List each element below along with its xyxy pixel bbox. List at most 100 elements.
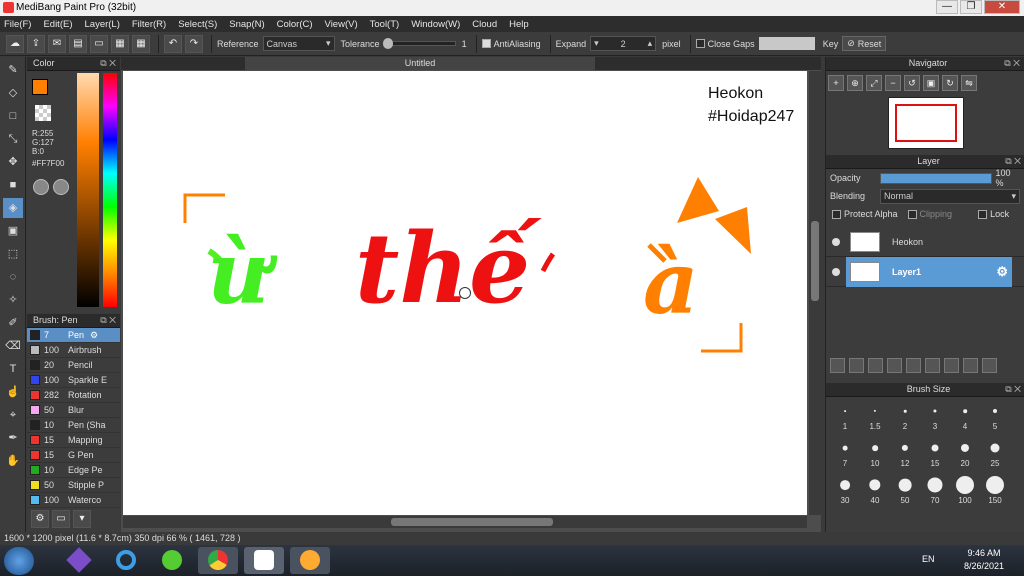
tolerance-slider[interactable] bbox=[382, 38, 456, 49]
menu-filter[interactable]: Filter(R) bbox=[132, 19, 166, 30]
primary-color-swatch[interactable] bbox=[32, 79, 48, 95]
menu-select[interactable]: Select(S) bbox=[178, 19, 217, 30]
select-rect-tool-icon[interactable]: ⬚ bbox=[3, 244, 23, 264]
panel-controls-icon[interactable]: ⧉ ✕ bbox=[1005, 155, 1021, 168]
blending-select[interactable]: Normal ▾ bbox=[880, 188, 1020, 204]
layer-row-heokon[interactable]: Heokon bbox=[826, 227, 1024, 257]
brush-size-cell[interactable]: 25 bbox=[980, 436, 1010, 470]
eyedropper-icon[interactable]: ⌖ bbox=[3, 405, 23, 425]
reference-select[interactable]: Canvas ▾ bbox=[262, 36, 335, 51]
grid-icon[interactable]: ▦ bbox=[132, 34, 150, 53]
brush-item[interactable]: 10 Pen (Sha bbox=[27, 418, 120, 433]
menu-view[interactable]: View(V) bbox=[325, 19, 358, 30]
rotate-left-icon[interactable]: ↺ bbox=[904, 75, 920, 91]
brush-size-cell[interactable]: 70 bbox=[920, 473, 950, 507]
clock[interactable]: 9:46 AM 8/26/2021 bbox=[964, 548, 1004, 571]
drawing-canvas[interactable]: Heokon #Hoidap247 ừ thế à bbox=[123, 71, 807, 515]
minimize-button[interactable]: — bbox=[936, 0, 958, 14]
zoom-actual-icon[interactable]: ⊕ bbox=[847, 75, 863, 91]
brush-menu-icon[interactable]: ▾ bbox=[73, 510, 91, 528]
select-eraser-icon[interactable]: ⌫ bbox=[3, 336, 23, 356]
medibang-icon[interactable] bbox=[244, 547, 284, 574]
brush-size-cell[interactable]: 4 bbox=[950, 399, 980, 433]
menu-edit[interactable]: Edit(E) bbox=[43, 19, 72, 30]
document-icon[interactable]: ▭ bbox=[90, 34, 108, 53]
hand-tool-icon[interactable]: ✋ bbox=[3, 451, 23, 471]
chat-icon[interactable]: ✉ bbox=[48, 34, 66, 53]
fit-icon[interactable]: ⤢ bbox=[866, 75, 882, 91]
panel-controls-icon[interactable]: ⧉ ✕ bbox=[100, 314, 116, 327]
brush-settings-icon[interactable]: ⚙ bbox=[31, 510, 49, 528]
undo-icon[interactable]: ↶ bbox=[164, 34, 182, 53]
internet-explorer-icon[interactable] bbox=[106, 547, 146, 574]
brush-size-cell[interactable]: 5 bbox=[980, 399, 1010, 433]
menu-file[interactable]: File(F) bbox=[4, 19, 31, 30]
horizontal-scrollbar[interactable] bbox=[123, 516, 807, 528]
brush-item[interactable]: 50 Blur bbox=[27, 403, 120, 418]
fill-rect-tool-icon[interactable]: ■ bbox=[3, 175, 23, 195]
close-button[interactable]: ✕ bbox=[984, 0, 1020, 14]
zoom-in-icon[interactable]: + bbox=[828, 75, 844, 91]
brush-item[interactable]: 100 Airbrush bbox=[27, 343, 120, 358]
brush-item[interactable]: 282 Rotation bbox=[27, 388, 120, 403]
operation-tool-icon[interactable]: ☝ bbox=[3, 382, 23, 402]
tab-untitled[interactable]: Untitled bbox=[245, 57, 595, 70]
pen-tool-icon[interactable]: ✒ bbox=[3, 428, 23, 448]
delete-layer-icon[interactable] bbox=[982, 358, 997, 373]
new-8bit-layer-icon[interactable] bbox=[868, 358, 883, 373]
brush-size-cell[interactable]: 1 bbox=[830, 399, 860, 433]
magic-wand-icon[interactable]: ✧ bbox=[3, 290, 23, 310]
flip-icon[interactable]: ⇋ bbox=[961, 75, 977, 91]
brush-size-cell[interactable]: 20 bbox=[950, 436, 980, 470]
brush-item[interactable]: 15 Mapping bbox=[27, 433, 120, 448]
select-pen-icon[interactable]: ✐ bbox=[3, 313, 23, 333]
opacity-slider[interactable] bbox=[879, 172, 992, 184]
brush-size-cell[interactable]: 3 bbox=[920, 399, 950, 433]
visual-studio-icon[interactable] bbox=[60, 547, 100, 574]
menu-snap[interactable]: Snap(N) bbox=[229, 19, 264, 30]
brush-item[interactable]: 50 Stipple P bbox=[27, 478, 120, 493]
brush-size-cell[interactable]: 2 bbox=[890, 399, 920, 433]
upload-icon[interactable]: ⇪ bbox=[27, 34, 45, 53]
menu-help[interactable]: Help bbox=[509, 19, 529, 30]
dot-tool-icon[interactable]: ⤡ bbox=[3, 129, 23, 149]
zoom-out-icon[interactable]: − bbox=[885, 75, 901, 91]
menu-layer[interactable]: Layer(L) bbox=[85, 19, 120, 30]
hue-slider[interactable] bbox=[103, 73, 117, 307]
brush-item[interactable]: 20 Pencil bbox=[27, 358, 120, 373]
eye-icon[interactable] bbox=[832, 237, 840, 246]
eraser-tool-icon[interactable]: ◇ bbox=[3, 83, 23, 103]
cloud-icon[interactable]: ☁ bbox=[6, 34, 24, 53]
brush-size-cell[interactable]: 10 bbox=[860, 436, 890, 470]
clipping-checkbox[interactable] bbox=[907, 209, 917, 219]
brush-size-cell[interactable]: 50 bbox=[890, 473, 920, 507]
duplicate-layer-icon[interactable] bbox=[925, 358, 940, 373]
new-layer-icon[interactable] bbox=[830, 358, 845, 373]
close-gaps-color[interactable] bbox=[758, 37, 815, 50]
brush-size-cell[interactable]: 15 bbox=[920, 436, 950, 470]
menu-tool[interactable]: Tool(T) bbox=[370, 19, 400, 30]
transparent-color-swatch[interactable] bbox=[35, 105, 51, 121]
layer-menu-icon[interactable] bbox=[963, 358, 978, 373]
slider-knob[interactable] bbox=[382, 38, 393, 49]
gradient-tool-icon[interactable]: ▣ bbox=[3, 221, 23, 241]
brush-size-cell[interactable]: 7 bbox=[830, 436, 860, 470]
app-green-icon[interactable] bbox=[152, 547, 192, 574]
vertical-scrollbar[interactable] bbox=[809, 71, 821, 515]
color-palette-icon[interactable] bbox=[53, 179, 69, 195]
expand-spinner[interactable]: ▾ 2 ▴ bbox=[590, 36, 657, 51]
lock-checkbox[interactable] bbox=[978, 209, 988, 219]
folder-icon[interactable] bbox=[906, 358, 921, 373]
panel-controls-icon[interactable]: ⧉ ✕ bbox=[100, 57, 116, 70]
close-gaps-checkbox[interactable] bbox=[695, 39, 705, 48]
antialiasing-checkbox[interactable] bbox=[481, 39, 491, 48]
brush-item[interactable]: 100 Waterco bbox=[27, 493, 120, 508]
saturation-brightness-picker[interactable] bbox=[77, 73, 99, 307]
paint-icon[interactable] bbox=[290, 547, 330, 574]
menu-cloud[interactable]: Cloud bbox=[472, 19, 497, 30]
brush-size-cell[interactable]: 12 bbox=[890, 436, 920, 470]
brush-size-cell[interactable]: 30 bbox=[830, 473, 860, 507]
brush-item[interactable]: 10 Edge Pe bbox=[27, 463, 120, 478]
chrome-icon[interactable] bbox=[198, 547, 238, 574]
gear-icon[interactable]: ⚙ bbox=[996, 264, 1008, 280]
